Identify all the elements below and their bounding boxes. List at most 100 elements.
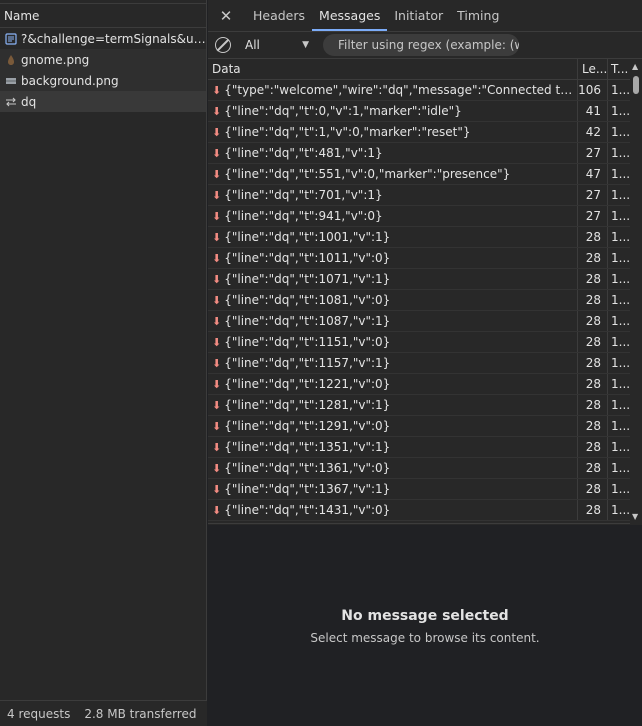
message-type-value: All [245,38,260,52]
message-row[interactable]: ⬇ {"type":"welcome","wire":"dq","message"… [208,80,642,101]
image-file-icon [4,74,17,87]
message-row[interactable]: ⬇ {"line":"dq","t":1361,"v":0} 28 1... [208,458,642,479]
message-row[interactable]: ⬇ {"line":"dq","t":1291,"v":0} 28 1... [208,416,642,437]
scrollbar[interactable]: ▲ ▼ [630,59,642,524]
message-time: 1... [611,104,630,118]
received-arrow-icon: ⬇ [212,272,222,286]
message-time: 1... [611,167,630,181]
message-length: 28 [578,479,608,499]
message-text: {"line":"dq","t":1291,"v":0} [224,419,391,433]
message-time: 1... [611,188,630,202]
message-row[interactable]: ⬇ {"line":"dq","t":481,"v":1} 27 1... [208,143,642,164]
received-arrow-icon: ⬇ [212,440,222,454]
scrollbar-thumb[interactable] [633,76,639,94]
message-row[interactable]: ⬇ {"line":"dq","t":1157,"v":1} 28 1... [208,353,642,374]
message-row[interactable]: ⬇ {"line":"dq","t":701,"v":1} 27 1... [208,185,642,206]
message-length: 47 [578,164,608,184]
received-arrow-icon: ⬇ [212,398,222,412]
message-length: 28 [578,353,608,373]
message-text: {"line":"dq","t":1071,"v":1} [224,272,391,286]
received-arrow-icon: ⬇ [212,188,222,202]
message-row[interactable]: ⬇ {"line":"dq","t":1087,"v":1} 28 1... [208,311,642,332]
message-data-cell: ⬇ {"line":"dq","t":1367,"v":1} [208,479,578,499]
request-item-gnome[interactable]: gnome.png [0,49,206,70]
column-header-time[interactable]: T... [608,59,630,79]
message-row[interactable]: ⬇ {"line":"dq","t":1281,"v":1} 28 1... [208,395,642,416]
message-data-cell: ⬇ {"line":"dq","t":551,"v":0,"marker":"pr… [208,164,578,184]
column-header-data[interactable]: Data [208,59,578,79]
message-row[interactable]: ⬇ {"line":"dq","t":1071,"v":1} 28 1... [208,269,642,290]
request-name: background.png [21,73,119,88]
tab-initiator[interactable]: Initiator [387,1,450,31]
received-arrow-icon: ⬇ [212,482,222,496]
message-length: 28 [578,374,608,394]
clear-messages-icon[interactable] [215,37,231,53]
message-text: {"line":"dq","t":1221,"v":0} [224,377,391,391]
scroll-up-icon[interactable]: ▲ [632,62,638,71]
message-text: {"line":"dq","t":551,"v":0,"marker":"pre… [224,167,511,181]
message-data-cell: ⬇ {"line":"dq","t":1081,"v":0} [208,290,578,310]
message-time: 1... [611,146,630,160]
message-length: 27 [578,185,608,205]
message-row[interactable]: ⬇ {"line":"dq","t":1221,"v":0} 28 1... [208,374,642,395]
message-row[interactable]: ⬇ {"line":"dq","t":1367,"v":1} 28 1... [208,479,642,500]
column-header-length[interactable]: Le... [578,59,608,79]
message-length: 28 [578,269,608,289]
messages-table-header: Data Le... T... [208,59,642,80]
received-arrow-icon: ⬇ [212,230,222,244]
request-item-background[interactable]: background.png [0,70,206,91]
request-name: gnome.png [21,52,90,67]
message-filter-bar: All ▼ Filter using regex (example: (web [208,32,642,59]
message-data-cell: ⬇ {"type":"welcome","wire":"dq","message"… [208,80,578,100]
message-row[interactable]: ⬇ {"line":"dq","t":1351,"v":1} 28 1... [208,437,642,458]
message-length: 42 [578,122,608,142]
name-column-header[interactable]: Name [0,4,206,28]
message-row[interactable]: ⬇ {"line":"dq","t":1,"v":0,"marker":"rese… [208,122,642,143]
message-data-cell: ⬇ {"line":"dq","t":1361,"v":0} [208,458,578,478]
request-item-dq[interactable]: dq [0,91,206,112]
message-time: 1... [611,314,630,328]
message-data-cell: ⬇ {"line":"dq","t":1351,"v":1} [208,437,578,457]
message-length: 28 [578,437,608,457]
filter-placeholder: Filter using regex (example: (web [338,38,519,52]
message-text: {"line":"dq","t":481,"v":1} [224,146,383,160]
message-time: 1... [611,293,630,307]
message-time: 1... [611,461,630,475]
message-type-select[interactable]: All ▼ [245,38,309,52]
received-arrow-icon: ⬇ [212,335,222,349]
tab-messages[interactable]: Messages [312,1,388,31]
message-length: 28 [578,227,608,247]
message-length: 28 [578,311,608,331]
message-time: 1... [611,335,630,349]
received-arrow-icon: ⬇ [212,461,222,475]
message-text: {"line":"dq","t":1367,"v":1} [224,482,391,496]
scroll-down-icon[interactable]: ▼ [632,512,638,521]
message-time: 1... [611,440,630,454]
filter-input[interactable]: Filter using regex (example: (web [323,34,519,56]
message-row[interactable]: ⬇ {"line":"dq","t":0,"v":1,"marker":"idle… [208,101,642,122]
message-text: {"line":"dq","t":0,"v":1,"marker":"idle"… [224,104,462,118]
tab-headers[interactable]: Headers [246,1,312,31]
message-row[interactable]: ⬇ {"line":"dq","t":1151,"v":0} 28 1... [208,332,642,353]
message-text: {"type":"welcome","wire":"dq","message":… [224,83,577,97]
message-data-cell: ⬇ {"line":"dq","t":1431,"v":0} [208,500,578,520]
message-row[interactable]: ⬇ {"line":"dq","t":941,"v":0} 27 1... [208,206,642,227]
message-text: {"line":"dq","t":1157,"v":1} [224,356,391,370]
message-row[interactable]: ⬇ {"line":"dq","t":1011,"v":0} 28 1... [208,248,642,269]
message-row[interactable]: ⬇ {"line":"dq","t":1001,"v":1} 28 1... [208,227,642,248]
received-arrow-icon: ⬇ [212,125,222,139]
tab-timing[interactable]: Timing [450,1,506,31]
received-arrow-icon: ⬇ [212,251,222,265]
request-item-challenge[interactable]: ?&challenge=termSignals&user... [0,28,206,49]
message-row[interactable]: ⬇ {"line":"dq","t":551,"v":0,"marker":"pr… [208,164,642,185]
close-icon[interactable]: ✕ [214,1,238,31]
message-length: 41 [578,101,608,121]
transferred-size: 2.8 MB transferred [84,706,197,721]
message-row[interactable]: ⬇ {"line":"dq","t":1081,"v":0} 28 1... [208,290,642,311]
message-text: {"line":"dq","t":1361,"v":0} [224,461,391,475]
message-length: 27 [578,143,608,163]
message-row[interactable]: ⬇ {"line":"dq","t":1431,"v":0} 28 1... [208,500,642,521]
websocket-icon [4,95,17,108]
message-data-cell: ⬇ {"line":"dq","t":1151,"v":0} [208,332,578,352]
message-data-cell: ⬇ {"line":"dq","t":1001,"v":1} [208,227,578,247]
